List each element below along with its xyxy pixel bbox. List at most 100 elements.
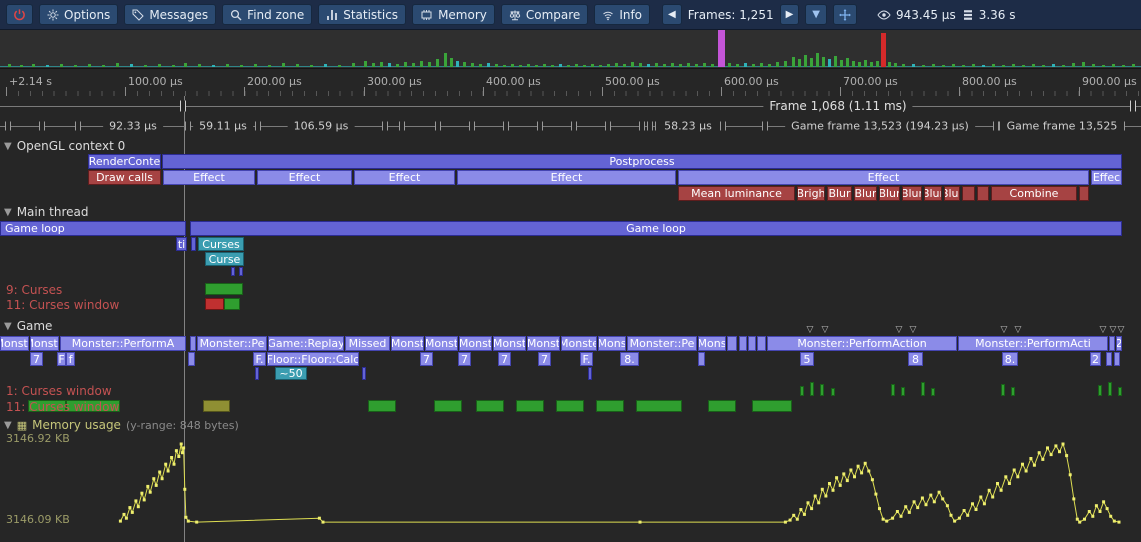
- frame-bar[interactable]: [20, 65, 23, 67]
- zone[interactable]: Floor::Floor::Calc: [267, 352, 359, 366]
- compare-button[interactable]: Compare: [501, 4, 588, 25]
- frame-bar[interactable]: [599, 65, 602, 67]
- zone[interactable]: [239, 267, 243, 276]
- zone[interactable]: Monst: [459, 336, 492, 351]
- zone[interactable]: Mons: [598, 336, 626, 351]
- frame-bar[interactable]: [444, 53, 447, 67]
- frame-bar[interactable]: [1092, 64, 1095, 67]
- zone[interactable]: Curses: [198, 237, 244, 251]
- zone-marker-icon[interactable]: ▽: [822, 326, 829, 335]
- frame-bar[interactable]: [858, 62, 861, 67]
- frame-bar[interactable]: [412, 63, 415, 67]
- zone[interactable]: 2: [1090, 352, 1101, 366]
- frame-bar[interactable]: [846, 58, 849, 67]
- options-button[interactable]: Options: [39, 4, 118, 25]
- plot-box[interactable]: [752, 400, 792, 412]
- zone[interactable]: [362, 367, 366, 380]
- zone[interactable]: [977, 186, 989, 201]
- frame-bar[interactable]: [1002, 65, 1005, 67]
- zone[interactable]: Effec: [1091, 170, 1122, 185]
- plot-bar[interactable]: [891, 384, 895, 396]
- zone[interactable]: f: [66, 352, 75, 366]
- plot-box[interactable]: [434, 400, 462, 412]
- zone[interactable]: [255, 367, 259, 380]
- zone[interactable]: Monste: [0, 336, 29, 351]
- frame-bar[interactable]: [852, 61, 855, 67]
- find-zone-button[interactable]: Find zone: [222, 4, 312, 25]
- frame-bar[interactable]: [551, 65, 554, 67]
- frame-bar[interactable]: [324, 64, 327, 67]
- frame-bar[interactable]: [158, 64, 161, 67]
- zone-marker-icon[interactable]: ▽: [910, 326, 917, 335]
- zone[interactable]: Monste: [30, 336, 59, 351]
- frame-bar[interactable]: [296, 64, 299, 67]
- frame-bar[interactable]: [519, 65, 522, 67]
- time-ruler[interactable]: +2.14 s100.00 µs200.00 µs300.00 µs400.00…: [0, 68, 1141, 96]
- plot-bar[interactable]: [831, 388, 835, 396]
- frame-bar[interactable]: [687, 63, 690, 67]
- frame-bar[interactable]: [436, 59, 439, 67]
- zone-marker-icon[interactable]: ▽: [1001, 326, 1008, 335]
- plot-box[interactable]: [205, 283, 243, 295]
- zone[interactable]: [588, 367, 592, 380]
- frame-bar[interactable]: [711, 64, 714, 67]
- frame-dropdown-button[interactable]: ▼: [805, 4, 827, 25]
- plot-box[interactable]: [556, 400, 584, 412]
- zone[interactable]: [191, 237, 196, 251]
- goto-frame-button[interactable]: [833, 4, 857, 25]
- zone[interactable]: ~50: [275, 367, 307, 380]
- frame-bar[interactable]: [1112, 64, 1115, 67]
- zone[interactable]: Draw calls: [88, 170, 161, 185]
- frame-bar[interactable]: [607, 64, 610, 67]
- plot-bar[interactable]: [810, 382, 814, 396]
- frame-bar[interactable]: [647, 64, 650, 67]
- plot-bar[interactable]: [1001, 384, 1005, 396]
- frame-bar[interactable]: [32, 64, 35, 67]
- frame-bar[interactable]: [226, 64, 229, 67]
- zone[interactable]: 7: [458, 352, 471, 366]
- collapse-icon[interactable]: ▼: [4, 207, 12, 218]
- zone[interactable]: 7: [30, 352, 43, 366]
- plot-bar[interactable]: [921, 382, 925, 396]
- frame-bar[interactable]: [428, 62, 431, 67]
- frame-bar[interactable]: [972, 64, 975, 67]
- frame-bar[interactable]: [575, 64, 578, 67]
- frame-bar[interactable]: [631, 62, 634, 67]
- frame-bar[interactable]: [679, 64, 682, 67]
- frame-bar[interactable]: [503, 65, 506, 67]
- frame-bar[interactable]: [888, 62, 891, 67]
- frame-bar[interactable]: [310, 65, 313, 67]
- frame-bar[interactable]: [834, 56, 837, 67]
- zone-marker-icon[interactable]: ▽: [1110, 326, 1117, 335]
- frame-bar[interactable]: [184, 63, 187, 67]
- frame-bar[interactable]: [268, 65, 271, 67]
- frame-bar[interactable]: [932, 64, 935, 67]
- frame-bar[interactable]: [456, 61, 459, 67]
- frame-bar[interactable]: [130, 64, 133, 67]
- statistics-button[interactable]: Statistics: [318, 4, 406, 25]
- zone[interactable]: Monst: [391, 336, 424, 351]
- plot-box[interactable]: [224, 298, 240, 310]
- zone[interactable]: Monster::Pe: [627, 336, 697, 351]
- zone[interactable]: Blur: [827, 186, 852, 201]
- frame-bar[interactable]: [116, 63, 119, 67]
- frame-bar[interactable]: [198, 64, 201, 67]
- frame-bar[interactable]: [671, 63, 674, 67]
- zone[interactable]: 7: [498, 352, 511, 366]
- frame-bar[interactable]: [88, 64, 91, 67]
- frame-bar[interactable]: [463, 62, 466, 67]
- zone[interactable]: [748, 336, 756, 351]
- frame-bar[interactable]: [1042, 65, 1045, 67]
- plot-bar[interactable]: [800, 386, 804, 396]
- frame-bar[interactable]: [487, 63, 490, 67]
- zone[interactable]: [739, 336, 747, 351]
- plot-bar[interactable]: [1098, 385, 1102, 396]
- zone[interactable]: Game loop: [0, 221, 186, 236]
- zone[interactable]: [962, 186, 975, 201]
- zone[interactable]: Mean luminance: [678, 186, 795, 201]
- frame-bar[interactable]: [1012, 64, 1015, 67]
- zone[interactable]: Blur: [902, 186, 922, 201]
- zone[interactable]: Effect: [457, 170, 676, 185]
- frame-bar[interactable]: [655, 63, 658, 67]
- zone-marker-icon[interactable]: ▽: [1015, 326, 1022, 335]
